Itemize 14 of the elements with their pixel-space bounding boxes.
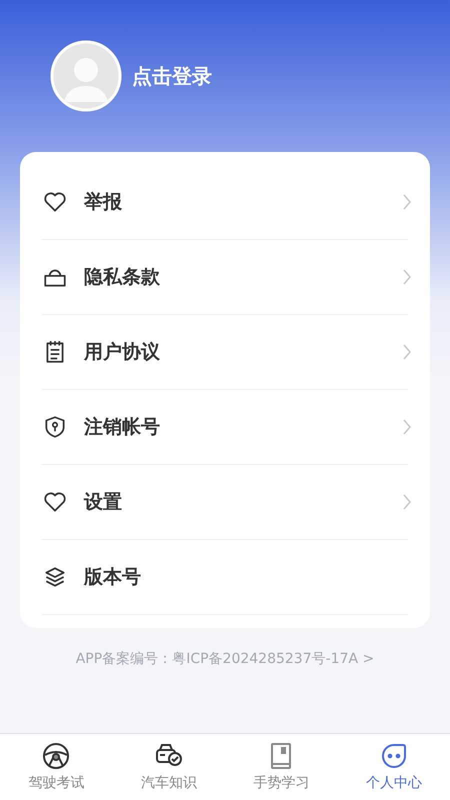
tab[interactable]: 汽车知识: [112, 734, 225, 800]
tab[interactable]: 个人中心: [338, 734, 450, 800]
menu-item[interactable]: 用户协议: [42, 315, 408, 390]
menu-item[interactable]: 举报: [42, 165, 408, 240]
face-icon: [380, 742, 408, 770]
tab[interactable]: 手势学习: [225, 734, 338, 800]
menu-item[interactable]: 设置: [42, 465, 408, 540]
login-link[interactable]: 点击登录: [132, 62, 212, 90]
steering-wheel-icon: [42, 742, 70, 770]
tab[interactable]: 驾驶考试: [0, 734, 112, 800]
menu-item[interactable]: 注销帐号: [42, 390, 408, 465]
menu-item[interactable]: 版本号: [42, 540, 408, 615]
avatar-icon[interactable]: [50, 40, 122, 112]
menu-item[interactable]: 隐私条款: [42, 240, 408, 315]
